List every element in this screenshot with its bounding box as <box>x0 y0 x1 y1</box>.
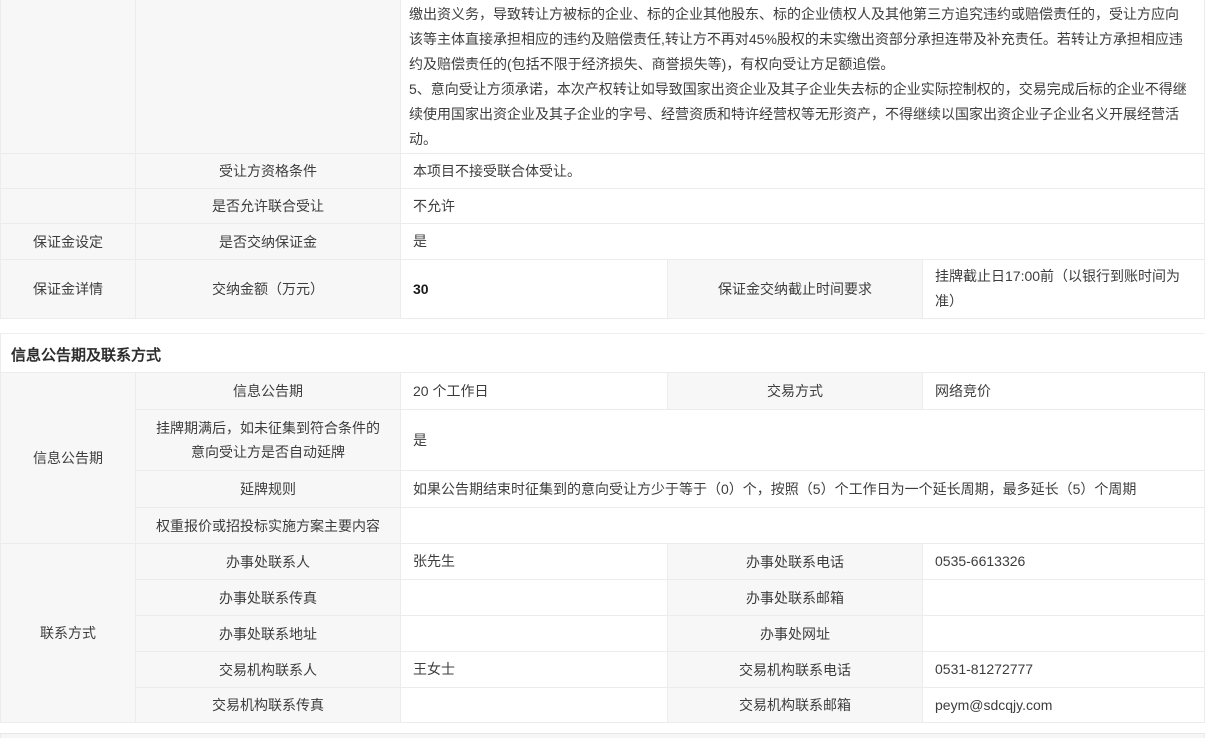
table-row: 办事处联系地址 办事处网址 <box>136 616 1205 652</box>
extension-rule-value: 如果公告期结束时征集到的意向受让方少于等于（0）个，按照（5）个工作日为一个延长… <box>401 471 1205 508</box>
table-row: 受让方资格条件 本项目不接受联合体受让。 <box>1 154 1205 189</box>
deposit-deadline-label: 保证金交纳截止时间要求 <box>668 260 923 319</box>
office-contact-label: 办事处联系人 <box>136 544 401 580</box>
contact-group-label: 联系方式 <box>1 544 136 723</box>
office-email-label: 办事处联系邮箱 <box>668 580 923 616</box>
table-row: 挂牌期满后，如未征集到符合条件的意向受让方是否自动延牌 是 <box>136 410 1205 471</box>
agency-fax-value <box>401 688 668 723</box>
section-gap <box>0 723 1205 733</box>
office-address-value <box>401 616 668 652</box>
office-fax-label: 办事处联系传真 <box>136 580 401 616</box>
table-row: 信息公告期 20 个工作日 交易方式 网络竞价 <box>136 373 1205 410</box>
deposit-deadline-value: 挂牌截止日17:00前（以银行到账时间为准） <box>923 260 1205 319</box>
agency-phone-value: 0531-81272777 <box>923 652 1205 688</box>
office-phone-label: 办事处联系电话 <box>668 544 923 580</box>
deposit-section-table: 缴出资义务，导致转让方被标的企业、标的企业其他股东、标的企业债权人及其他第三方追… <box>0 0 1205 319</box>
announcement-period-group: 信息公告期 信息公告期 20 个工作日 交易方式 网络竞价 挂牌期满后，如未征集… <box>1 373 1205 544</box>
office-website-value <box>923 616 1205 652</box>
agency-email-label: 交易机构联系邮箱 <box>668 688 923 723</box>
contact-group: 联系方式 办事处联系人 张先生 办事处联系电话 0535-6613326 办事处… <box>1 544 1205 723</box>
section-title: 信息公告期及联系方式 <box>1 334 1205 373</box>
joint-transfer-label: 是否允许联合受让 <box>136 189 401 224</box>
deposit-amount-value: 30 <box>401 260 668 319</box>
table-row: 延牌规则 如果公告期结束时征集到的意向受让方少于等于（0）个，按照（5）个工作日… <box>136 471 1205 508</box>
next-section-strip <box>0 733 1205 738</box>
weighted-bid-label: 权重报价或招投标实施方案主要内容 <box>136 508 401 544</box>
table-row: 是否允许联合受让 不允许 <box>1 189 1205 224</box>
joint-transfer-value: 不允许 <box>401 189 1205 224</box>
agency-contact-value: 王女士 <box>401 652 668 688</box>
office-contact-value: 张先生 <box>401 544 668 580</box>
section-gap <box>0 319 1205 333</box>
table-row: 办事处联系传真 办事处联系邮箱 <box>136 580 1205 616</box>
announcement-group-label: 信息公告期 <box>1 373 136 544</box>
transfer-commitment-text: 缴出资义务，导致转让方被标的企业、标的企业其他股东、标的企业债权人及其他第三方追… <box>401 0 1205 154</box>
deposit-detail-group-label: 保证金详情 <box>1 260 136 319</box>
label-cell-empty <box>136 0 401 154</box>
table-row: 交易机构联系传真 交易机构联系邮箱 peym@sdcqjy.com <box>136 688 1205 723</box>
office-phone-value: 0535-6613326 <box>923 544 1205 580</box>
announcement-period-value: 20 个工作日 <box>401 373 668 410</box>
table-row: 缴出资义务，导致转让方被标的企业、标的企业其他股东、标的企业债权人及其他第三方追… <box>1 0 1205 154</box>
auto-extension-label: 挂牌期满后，如未征集到符合条件的意向受让方是否自动延牌 <box>136 410 401 471</box>
deposit-required-value: 是 <box>401 224 1205 260</box>
agency-contact-label: 交易机构联系人 <box>136 652 401 688</box>
table-row: 权重报价或招投标实施方案主要内容 <box>136 508 1205 544</box>
agency-phone-label: 交易机构联系电话 <box>668 652 923 688</box>
office-website-label: 办事处网址 <box>668 616 923 652</box>
deposit-required-label: 是否交纳保证金 <box>136 224 401 260</box>
deposit-setting-group-label: 保证金设定 <box>1 224 136 260</box>
office-email-value <box>923 580 1205 616</box>
group-cell-empty <box>1 0 136 154</box>
paragraph-line: 5、意向受让方须承诺，本次产权转让如导致国家出资企业及其子企业失去标的企业实际控… <box>409 77 1192 152</box>
qualification-value: 本项目不接受联合体受让。 <box>401 154 1205 189</box>
trade-method-value: 网络竞价 <box>923 373 1205 410</box>
office-fax-value <box>401 580 668 616</box>
listing-detail-page: 缴出资义务，导致转让方被标的企业、标的企业其他股东、标的企业债权人及其他第三方追… <box>0 0 1205 738</box>
deposit-amount-label: 交纳金额（万元） <box>136 260 401 319</box>
group-cell-empty <box>1 154 136 189</box>
table-row: 办事处联系人 张先生 办事处联系电话 0535-6613326 <box>136 544 1205 580</box>
extension-rule-label: 延牌规则 <box>136 471 401 508</box>
announcement-period-label: 信息公告期 <box>136 373 401 410</box>
qualification-label: 受让方资格条件 <box>136 154 401 189</box>
agency-email-value: peym@sdcqjy.com <box>923 688 1205 723</box>
weighted-bid-value <box>401 508 1205 544</box>
agency-fax-label: 交易机构联系传真 <box>136 688 401 723</box>
table-row: 保证金详情 交纳金额（万元） 30 保证金交纳截止时间要求 挂牌截止日17:00… <box>1 260 1205 319</box>
group-cell-empty <box>1 189 136 224</box>
office-address-label: 办事处联系地址 <box>136 616 401 652</box>
trade-method-label: 交易方式 <box>668 373 923 410</box>
announcement-contact-section: 信息公告期及联系方式 信息公告期 信息公告期 20 个工作日 交易方式 网络竞价… <box>0 333 1205 723</box>
table-row: 保证金设定 是否交纳保证金 是 <box>1 224 1205 260</box>
table-row: 交易机构联系人 王女士 交易机构联系电话 0531-81272777 <box>136 652 1205 688</box>
paragraph-line: 缴出资义务，导致转让方被标的企业、标的企业其他股东、标的企业债权人及其他第三方追… <box>409 2 1192 77</box>
auto-extension-value: 是 <box>401 410 1205 471</box>
